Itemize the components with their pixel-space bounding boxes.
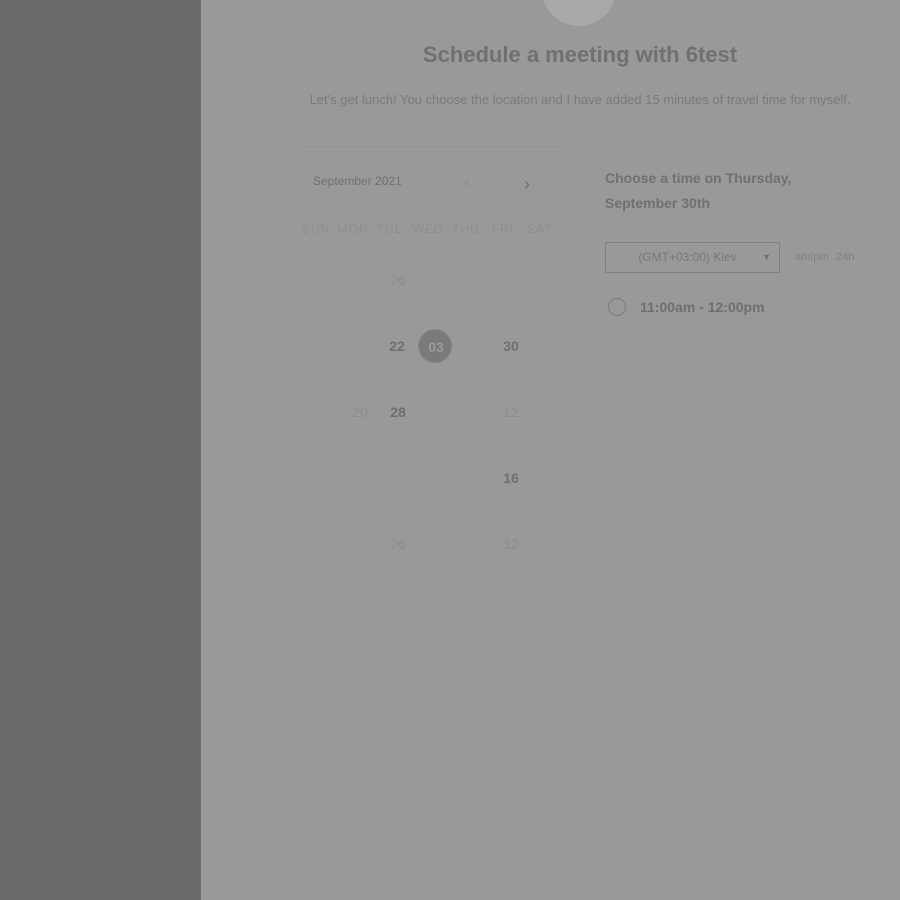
- chevron-right-icon[interactable]: ›: [518, 174, 536, 196]
- calendar-day: 20: [340, 392, 380, 432]
- weekday-sat: SAT: [527, 222, 553, 236]
- calendar-day: 26: [378, 524, 418, 564]
- calendar-day-label: 12: [503, 404, 519, 420]
- timezone-select[interactable]: (GMT+03:00) Kiev ▼: [605, 242, 780, 273]
- format-ampm-toggle[interactable]: am/pm: [795, 251, 829, 263]
- calendar-day: 26: [378, 260, 418, 300]
- calendar-divider: [298, 146, 560, 147]
- calendar-day[interactable]: 16: [491, 458, 531, 498]
- weekday-wed: WED: [412, 222, 444, 236]
- calendar-day-label: 16: [503, 470, 519, 486]
- calendar-month-label: September 2021: [313, 174, 402, 188]
- timezone-value: (GMT+03:00) Kiev: [638, 250, 737, 264]
- weekday-fri: FRI: [491, 222, 515, 236]
- calendar-day-label: 26: [390, 536, 406, 552]
- calendar-day[interactable]: 22: [377, 326, 417, 366]
- calendar-day-label: 26: [390, 272, 406, 288]
- left-sidebar: [0, 0, 201, 900]
- page-title: Schedule a meeting with 6test: [422, 42, 738, 67]
- weekday-tue: TUE: [376, 222, 404, 236]
- calendar-day-label: 22: [389, 338, 405, 354]
- calendar-day-label: 20: [352, 404, 368, 420]
- time-slot-radio[interactable]: [608, 298, 626, 316]
- weekday-thu: THU: [452, 222, 480, 236]
- format-24h-toggle[interactable]: 24h: [836, 251, 854, 263]
- calendar-day-label: 12: [503, 536, 519, 552]
- calendar-day-label: 30: [503, 338, 519, 354]
- calendar-day-selected[interactable]: 03: [416, 327, 456, 367]
- calendar-day[interactable]: 30: [491, 326, 531, 366]
- calendar-day-label: 28: [390, 404, 406, 420]
- caret-down-icon: ▼: [762, 252, 771, 262]
- scheduler-panel: [201, 0, 900, 900]
- time-slot[interactable]: 11:00am - 12:00pm: [608, 295, 765, 319]
- calendar-day: 12: [491, 524, 531, 564]
- calendar-day-label: 03: [428, 339, 444, 355]
- chevron-left-icon[interactable]: ‹: [458, 174, 476, 194]
- weekday-mon: MON: [337, 222, 369, 236]
- weekday-sun: SUN: [301, 222, 331, 236]
- time-slot-label: 11:00am - 12:00pm: [640, 299, 765, 315]
- meeting-description: Let's get lunch! You choose the location…: [309, 92, 851, 107]
- calendar-day: 12: [491, 392, 531, 432]
- time-picker-heading: Choose a time on Thursday, September 30t…: [605, 170, 792, 211]
- calendar-day[interactable]: 28: [378, 392, 418, 432]
